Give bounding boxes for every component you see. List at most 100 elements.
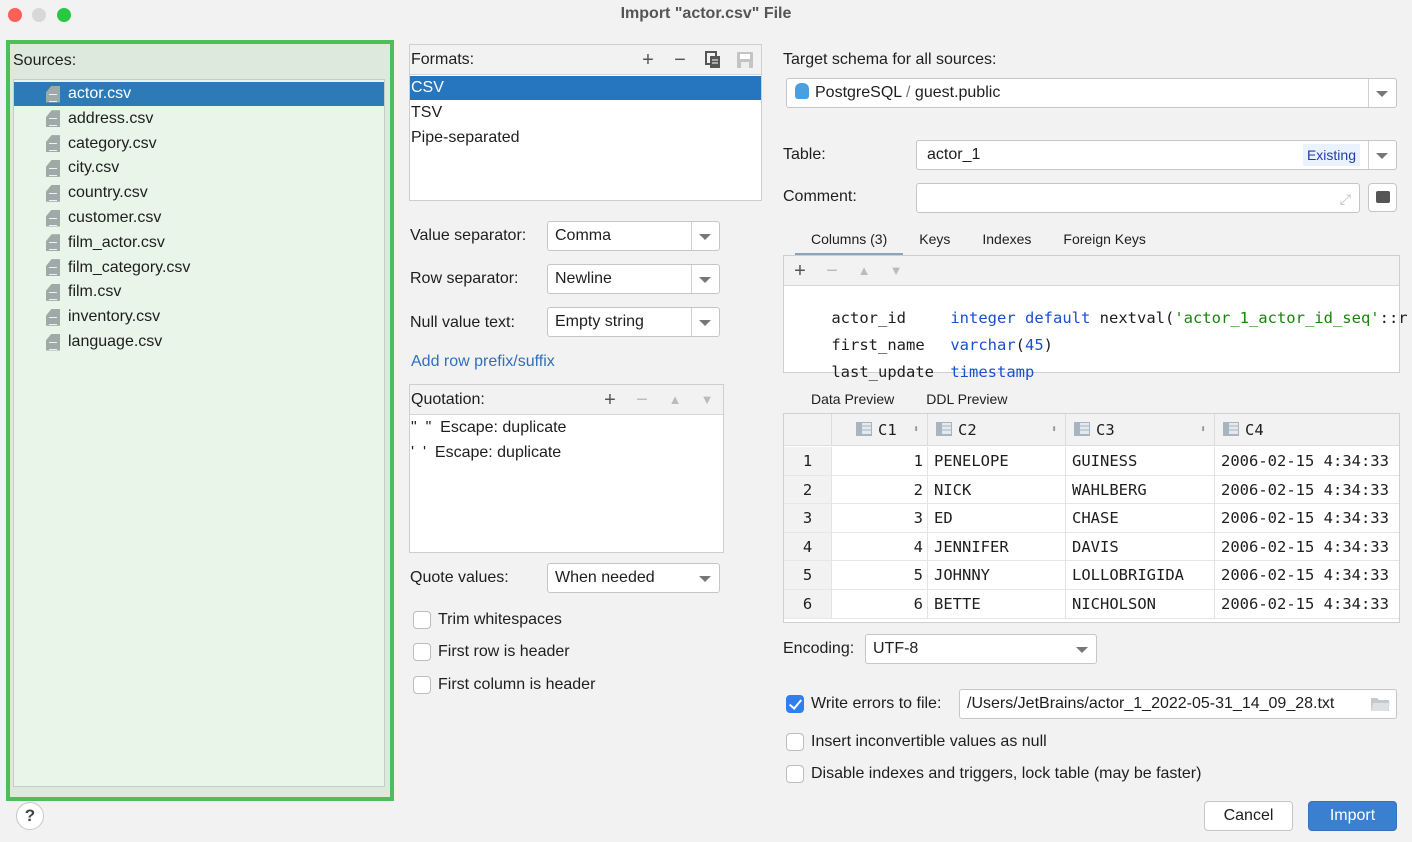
chevron-down-icon [699, 320, 711, 326]
csv-file-icon [46, 159, 60, 177]
grid-cell[interactable]: 5 [832, 561, 928, 590]
first-row-header-checkbox[interactable] [413, 643, 431, 661]
null-value-value: Empty string [555, 313, 644, 330]
source-item[interactable]: language.csv [14, 330, 384, 354]
null-value-label: Null value text: [410, 314, 515, 331]
grid-cell[interactable]: 6 [832, 590, 928, 619]
row-separator-value: Newline [555, 270, 612, 287]
quotation-item[interactable]: ' ' Escape: duplicate [410, 441, 723, 465]
column-header[interactable]: C4 [1215, 414, 1399, 446]
sort-icon[interactable]: ⬍ [913, 414, 919, 446]
grid-cell[interactable]: JOHNNY [928, 561, 1066, 590]
grid-cell[interactable]: WAHLBERG [1066, 475, 1215, 505]
move-down-button[interactable]: ▼ [696, 389, 718, 411]
grid-cell[interactable]: 2006-02-15 4:34:33 [1215, 504, 1399, 533]
csv-file-icon [46, 209, 60, 227]
source-item[interactable]: category.csv [14, 132, 384, 156]
grid-cell[interactable]: 2 [832, 475, 928, 505]
column-header[interactable]: C1 ⬍ [832, 414, 928, 446]
grid-cell[interactable]: NICK [928, 475, 1066, 505]
value-separator-select[interactable]: Comma [547, 221, 720, 251]
source-item[interactable]: country.csv [14, 181, 384, 205]
sort-icon[interactable]: ⬍ [1200, 414, 1206, 446]
insert-null-checkbox[interactable] [786, 733, 804, 751]
grid-cell[interactable]: 2006-02-15 4:34:33 [1215, 590, 1399, 619]
grid-cell[interactable]: 2006-02-15 4:34:33 [1215, 447, 1399, 476]
source-item[interactable]: inventory.csv [14, 305, 384, 329]
formats-label: Formats: [411, 50, 475, 68]
quotation-item[interactable]: " " Escape: duplicate [410, 416, 723, 440]
move-up-button[interactable]: ▲ [664, 389, 686, 411]
grid-cell[interactable]: PENELOPE [928, 447, 1066, 476]
row-separator-select[interactable]: Newline [547, 264, 720, 294]
source-item[interactable]: city.csv [14, 156, 384, 180]
column-header[interactable]: C2 ⬍ [928, 414, 1066, 446]
move-column-up-button[interactable]: ▲ [853, 260, 875, 282]
source-item[interactable]: film_category.csv [14, 256, 384, 280]
remove-quotation-button[interactable]: − [631, 389, 653, 411]
tab-foreign-keys[interactable]: Foreign Keys [1047, 226, 1161, 254]
comment-input[interactable]: ⤢ [916, 183, 1360, 213]
schema-separator: / [906, 84, 911, 101]
folder-icon[interactable] [1370, 696, 1390, 712]
tab-data-preview[interactable]: Data Preview [795, 386, 911, 416]
column-header[interactable]: C3 ⬍ [1066, 414, 1215, 446]
add-format-button[interactable]: + [637, 49, 659, 71]
grid-cell[interactable]: 2006-02-15 4:34:33 [1215, 561, 1399, 590]
null-value-select[interactable]: Empty string [547, 307, 720, 337]
error-file-path-input[interactable]: /Users/JetBrains/actor_1_2022-05-31_14_0… [959, 689, 1397, 719]
quote-values-select[interactable]: When needed [547, 563, 720, 593]
sources-list: actor.csv address.csv category.csv city.csv… [13, 79, 385, 787]
target-schema-select[interactable]: PostgreSQL / guest.public [786, 78, 1397, 108]
comment-bubble-button[interactable] [1368, 183, 1397, 212]
source-item[interactable]: film_actor.csv [14, 231, 384, 255]
source-item[interactable]: address.csv [14, 107, 384, 131]
save-icon [737, 52, 753, 68]
grid-cell[interactable]: GUINESS [1066, 447, 1215, 476]
format-item[interactable]: CSV [410, 76, 761, 100]
cancel-button[interactable]: Cancel [1204, 801, 1293, 831]
row-number: 3 [784, 504, 832, 533]
move-column-down-button[interactable]: ▼ [885, 260, 907, 282]
grid-cell[interactable]: DAVIS [1066, 532, 1215, 562]
import-button[interactable]: Import [1308, 801, 1397, 831]
encoding-select[interactable]: UTF-8 [865, 634, 1097, 664]
tab-columns-3[interactable]: Columns (3) [795, 226, 904, 256]
tab-keys[interactable]: Keys [903, 226, 966, 254]
source-item[interactable]: actor.csv [14, 82, 384, 106]
grid-cell[interactable]: CHASE [1066, 504, 1215, 533]
grid-cell[interactable]: 4 [832, 532, 928, 562]
grid-cell[interactable]: 1 [832, 447, 928, 476]
add-quotation-button[interactable]: + [599, 389, 621, 411]
source-item-label: address.csv [68, 109, 154, 127]
add-column-button[interactable]: + [789, 260, 811, 282]
grid-cell[interactable]: BETTE [928, 590, 1066, 619]
remove-format-button[interactable]: − [669, 49, 691, 71]
grid-cell[interactable]: 2006-02-15 4:34:33 [1215, 533, 1399, 562]
grid-cell[interactable]: NICHOLSON [1066, 590, 1215, 619]
table-select[interactable]: actor_1 Existing [916, 140, 1397, 170]
grid-cell[interactable]: 3 [832, 504, 928, 533]
expand-icon[interactable]: ⤢ [1340, 185, 1351, 213]
tab-indexes[interactable]: Indexes [966, 226, 1047, 254]
first-column-header-checkbox[interactable] [413, 676, 431, 694]
format-item[interactable]: Pipe-separated [410, 126, 761, 150]
copy-format-button[interactable] [702, 49, 724, 71]
source-item[interactable]: film.csv [14, 280, 384, 304]
help-button[interactable]: ? [16, 802, 44, 830]
sort-icon[interactable]: ⬍ [1051, 414, 1057, 446]
preview-tabs: Data Preview DDL Preview [795, 386, 1023, 416]
grid-cell[interactable]: 2006-02-15 4:34:33 [1215, 476, 1399, 505]
trim-whitespaces-checkbox[interactable] [413, 611, 431, 629]
remove-column-button[interactable]: − [821, 260, 843, 282]
source-item[interactable]: customer.csv [14, 206, 384, 230]
tab-ddl-preview[interactable]: DDL Preview [910, 386, 1023, 414]
grid-cell[interactable]: ED [928, 504, 1066, 533]
save-format-button[interactable] [734, 49, 756, 71]
disable-indexes-checkbox[interactable] [786, 765, 804, 783]
format-item[interactable]: TSV [410, 101, 761, 125]
grid-cell[interactable]: LOLLOBRIGIDA [1066, 561, 1215, 590]
grid-cell[interactable]: JENNIFER [928, 532, 1066, 562]
write-errors-checkbox[interactable] [786, 695, 804, 713]
add-row-prefix-suffix-link[interactable]: Add row prefix/suffix [411, 353, 555, 371]
